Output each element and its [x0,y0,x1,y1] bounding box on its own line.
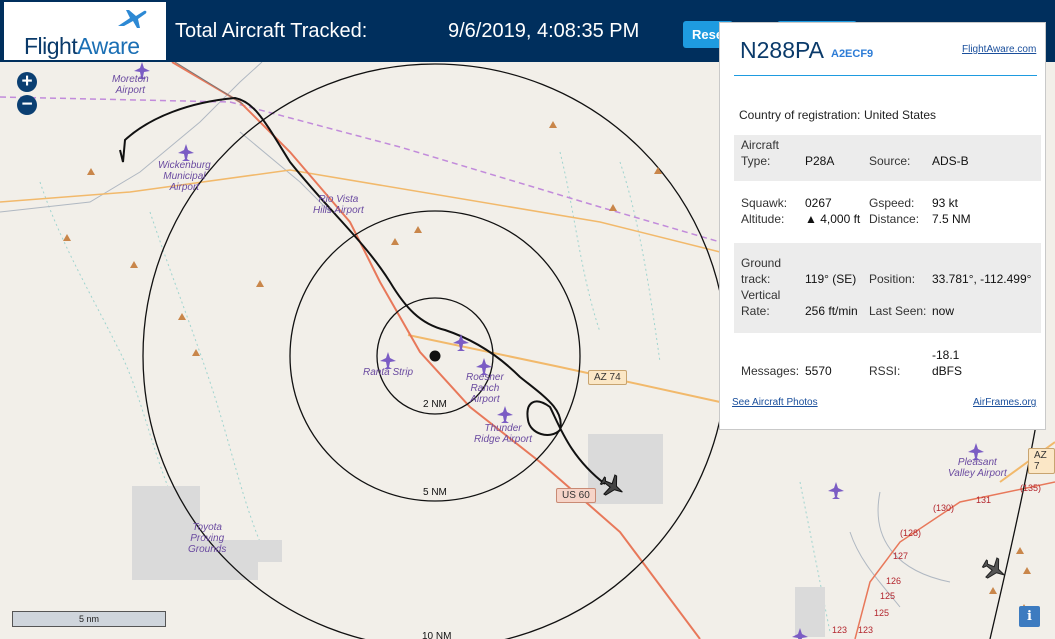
label-line: Roesner [466,372,504,383]
header-datetime: 9/6/2019, 4:08:35 PM [448,20,640,42]
aircraft-ident: N288PA [740,37,824,63]
info-button[interactable]: i [1019,606,1040,627]
label-line: Wickenburg [158,160,211,171]
label-line: Airport [470,394,500,405]
logo-wordmark: FlightAware [24,33,140,60]
altitude-value: ▲ 4,000 ft [805,212,861,226]
logo-plane-icon [118,10,147,28]
gspeed-label: Gspeed: [869,196,915,210]
road-sign-az74: AZ 74 [588,370,627,385]
label-line: Valley Airport [948,468,1007,479]
aircraft-info-panel: N288PA A2ECF9 FlightAware.com Country of… [719,22,1046,430]
road-sign-az7: AZ 7 [1028,448,1055,474]
gspeed-value: 93 kt [932,196,959,210]
flight-track [119,96,606,485]
aircraft-type-value: P28A [805,154,835,168]
route-number: 126 [886,576,902,586]
logo-aware: Aware [77,33,140,59]
route-number: (128) [900,528,922,538]
ring-label-10nm: 10 NM [420,631,454,639]
position-label: Position: [869,272,916,286]
airspace-boundary [0,96,721,243]
source-value: ADS-B [932,154,969,168]
label-line: Ranta Strip [363,367,414,378]
rssi-value: -18.1 [932,348,960,362]
distance-label: Distance: [869,212,920,226]
label-line: Hills Airport [313,205,364,216]
label-line: Pleasant [957,457,997,468]
messages-label: Messages: [741,364,800,378]
road-sign-us60: US 60 [556,488,596,503]
label-line: Proving [190,533,225,544]
aircraft-type-label-1: Aircraft [741,138,780,152]
route-number: (135) [1020,483,1042,493]
ground-track-label-2: track: [741,272,771,286]
label-ranta: Ranta Strip [363,367,413,378]
vertical-rate-value: 256 ft/min [805,304,858,318]
label-roesner: Roesner Ranch Airport [466,372,504,405]
label-line: Toyota [192,522,222,533]
route-number: (130) [933,503,955,513]
squawk-value: 0267 [805,196,832,210]
label-line: Airport [115,85,146,96]
country-label: Country of registration: [739,108,861,122]
track-block: Ground track: 119° (SE) Position: 33.781… [734,243,1041,333]
label-line: Ranch [470,383,500,394]
source-label: Source: [869,154,911,168]
airframes-link[interactable]: AirFrames.org [973,397,1036,408]
other-aircraft-icon[interactable] [979,554,1010,585]
aircraft-type-block: Aircraft Type: P28A Source: ADS-B [734,135,1041,181]
zoom-in-button[interactable]: + [17,72,37,92]
messages-value: 5570 [805,364,832,378]
position-value: 33.781°, -112.499° [932,272,1032,286]
aircraft-hex: A2ECF9 [831,48,874,60]
label-toyota: Toyota Proving Grounds [188,522,226,555]
label-line: Rio Vista [318,194,359,205]
vertical-rate-label-2: Rate: [741,304,770,318]
aircraft-tracked-title: Total Aircraft Tracked: [175,20,368,42]
label-line: Moreton [112,74,149,85]
squawk-label: Squawk: [741,196,788,210]
label-thunder: Thunder Ridge Airport [474,423,532,445]
rssi-label: RSSI: [869,364,901,378]
ring-label-5nm: 5 NM [421,487,449,498]
route-number: 127 [893,551,909,561]
route-number: 125 [880,591,896,601]
country-value: United States [864,108,937,122]
flightaware-link[interactable]: FlightAware.com [962,44,1036,55]
land-area [588,434,663,504]
label-line: Grounds [188,544,227,555]
ground-track-label-1: Ground [741,256,782,270]
ground-track-value: 119° (SE) [805,272,857,286]
last-seen-label: Last Seen: [869,304,927,318]
scale-bar: 5 nm [12,611,166,627]
last-seen-value: now [932,304,955,318]
route-number: 123 [858,625,874,635]
distance-value: 7.5 NM [932,212,971,226]
ring-label-2nm: 2 NM [421,399,449,410]
route-number: 125 [874,608,890,618]
vertical-rate-label-1: Vertical [741,288,781,302]
route-number: 123 [832,625,848,635]
label-wickenburg: Wickenburg Municipal Airport [158,160,211,193]
receiver-location [429,350,441,362]
altitude-label: Altitude: [741,212,785,226]
label-line: Thunder [484,423,522,434]
label-line: Airport [169,182,200,193]
route-number: 131 [976,495,992,505]
label-riovista: Rio Vista Hills Airport [313,194,364,216]
az74-road [407,334,721,403]
label-moreton: Moreton Airport [112,74,149,96]
zoom-out-button[interactable]: − [17,95,37,115]
label-line: Ridge Airport [474,434,532,445]
flightaware-logo[interactable]: FlightAware [4,2,166,60]
label-pleasant: Pleasant Valley Airport [948,457,1007,479]
label-line: Municipal [163,171,206,182]
rssi-unit: dBFS [932,364,963,378]
aircraft-photos-link[interactable]: See Aircraft Photos [732,397,818,408]
panel-divider [734,75,1037,76]
range-ring-outer [989,401,1041,639]
aircraft-type-label-2: Type: [741,154,771,168]
logo-flight: Flight [24,33,78,59]
